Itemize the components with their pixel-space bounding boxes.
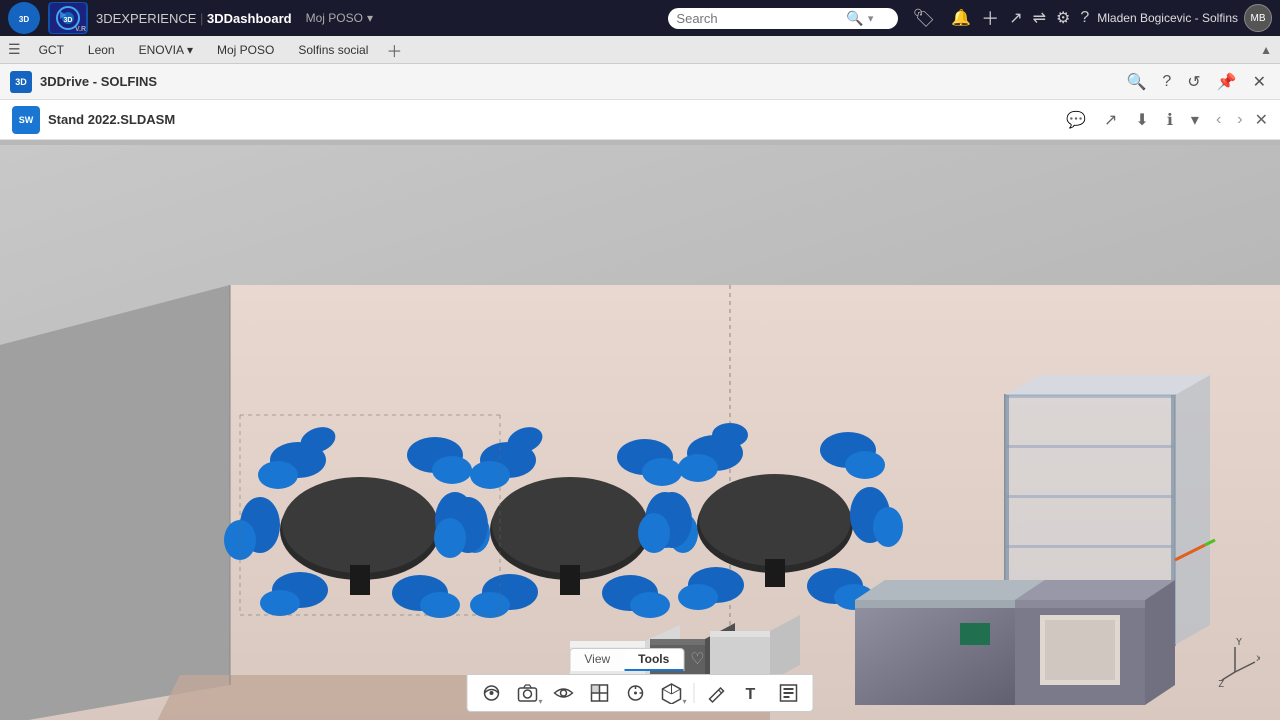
comment-icon[interactable]: 💬 [1061,108,1091,132]
drive-window: 3D 3DDrive - SOLFINS 🔍 ? ↺ 📌 ✕ SW Stand … [0,64,1280,720]
markup-tool-button[interactable] [773,679,805,707]
drive-refresh-icon[interactable]: ↺ [1183,70,1204,94]
toolbar-tabs: View Tools [569,648,684,671]
search-dropdown-icon[interactable]: ▾ [868,12,874,25]
drive-close-icon[interactable]: ✕ [1249,70,1270,94]
tab-tools[interactable]: Tools [624,649,683,671]
visibility-tool-button[interactable] [548,679,580,707]
drive-help-icon[interactable]: ? [1158,71,1175,93]
section-tool-button[interactable] [584,679,616,707]
document-name: Stand 2022.SLDASM [48,112,175,127]
bottom-toolbar: View Tools ♡ [467,646,814,712]
svg-text:3D: 3D [64,17,73,24]
share-doc-icon[interactable]: ↗ [1099,108,1122,132]
snapshot-tool-button[interactable] [512,679,544,707]
nav-item-leon[interactable]: Leon [78,39,125,61]
doc-close-icon[interactable]: ✕ [1255,110,1268,130]
notification-icon[interactable]: 🔔 [951,8,971,28]
document-icon: SW [12,106,40,134]
display-mode-tool-button[interactable] [656,679,688,707]
edit-tool-button[interactable] [701,679,733,707]
user-name: Mladen Bogicevic - Solfins [1097,11,1238,25]
drive-logo: 3D [10,71,32,93]
top-right-icons: 🔔 ＋ ↗ ⇌ ⚙ ? [951,5,1089,31]
chevron-down-icon: ▾ [187,43,193,57]
app-logo[interactable]: 3D [8,2,40,34]
help-icon[interactable]: ? [1080,9,1089,27]
collaborate-icon[interactable]: ⇌ [1033,8,1046,28]
tab-view[interactable]: View [570,649,624,671]
tag-icon[interactable]: 🏷 [912,8,935,29]
orbit-tool-button[interactable] [476,679,508,707]
info-icon[interactable]: ℹ [1162,108,1178,132]
search-bar[interactable]: 🔍 ▾ [668,8,898,29]
toolbar-separator [694,683,695,703]
toolbar-favorites-icon[interactable]: ♡ [684,646,710,672]
measure-tool-button[interactable] [620,679,652,707]
add-tab-button[interactable]: ＋ [382,38,406,62]
nav-item-gct[interactable]: GCT [29,39,74,61]
text-tool-button[interactable]: T [737,679,769,707]
axis-indicator: Y x Z [1210,637,1260,690]
download-icon[interactable]: ⬇ [1130,108,1153,132]
workspace-button[interactable]: Moj POSO ▾ [300,9,379,27]
3d-viewport[interactable]: Y x Z View Tools ♡ [0,140,1280,720]
hamburger-menu-icon[interactable]: ☰ [8,41,21,58]
nav-item-enovia[interactable]: ENOVIA ▾ [129,39,203,61]
svg-text:3D: 3D [19,15,29,24]
svg-text:Y: Y [1236,637,1242,648]
user-avatar[interactable]: MB [1244,4,1272,32]
scene-svg [0,140,1280,720]
drive-title: 3DDrive - SOLFINS [40,74,157,89]
svg-text:T: T [746,686,756,703]
share-icon[interactable]: ↗ [1009,8,1022,28]
document-header: SW Stand 2022.SLDASM 💬 ↗ ⬇ ℹ ▾ ‹ › ✕ [0,100,1280,140]
toolbar-icons: T [467,674,814,712]
tools-icon[interactable]: ⚙ [1056,8,1070,28]
app-title: 3DEXPERIENCE | 3DDashboard [96,11,292,26]
search-icon[interactable]: 🔍 [846,10,863,27]
doc-nav-prev-icon[interactable]: ‹ [1212,109,1225,131]
collapse-button[interactable]: ▲ [1260,43,1272,57]
drive-header: 3D 3DDrive - SOLFINS 🔍 ? ↺ 📌 ✕ [0,64,1280,100]
search-input[interactable] [676,11,846,26]
top-navigation-bar: 3D 3D V.R 3DEXPERIENCE | 3DDashboard Moj… [0,0,1280,36]
brand-icon[interactable]: 3D V.R [48,2,88,34]
doc-nav-next-icon[interactable]: › [1233,109,1246,131]
add-icon[interactable]: ＋ [981,5,999,31]
drive-pin-icon[interactable]: 📌 [1213,70,1241,94]
nav-item-solfins-social[interactable]: Solfins social [288,39,378,61]
drive-search-icon[interactable]: 🔍 [1122,70,1150,94]
chevron-down-icon: ▾ [367,11,373,25]
nav-item-mojposo[interactable]: Moj POSO [207,39,284,61]
second-navigation-bar: ☰ GCT Leon ENOVIA ▾ Moj POSO Solfins soc… [0,36,1280,64]
user-info: Mladen Bogicevic - Solfins MB [1097,4,1272,32]
svg-text:x: x [1256,653,1260,664]
svg-text:Z: Z [1218,679,1224,687]
expand-icon[interactable]: ▾ [1186,108,1204,132]
